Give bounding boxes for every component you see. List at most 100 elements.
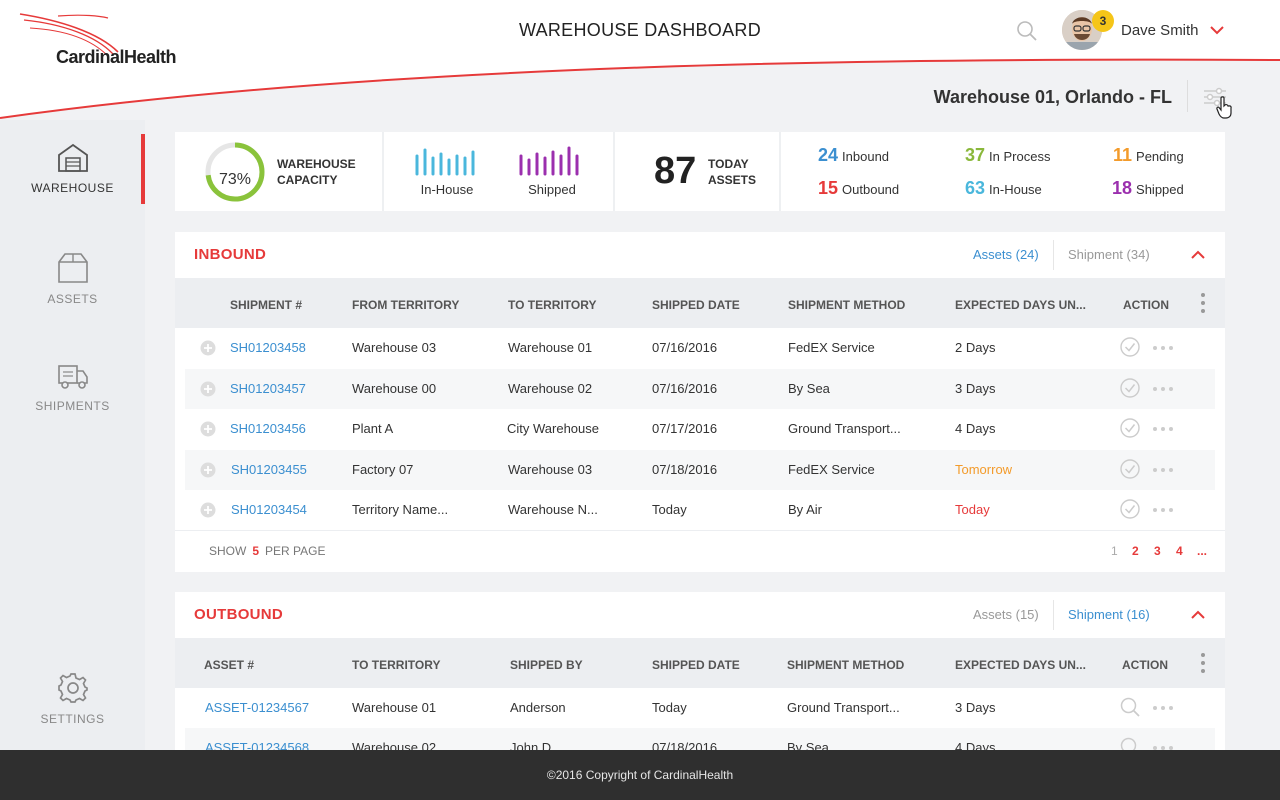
check-circle-icon[interactable] bbox=[1120, 378, 1140, 398]
more-options-icon[interactable] bbox=[1153, 387, 1173, 391]
kebab-menu-icon[interactable] bbox=[1200, 652, 1206, 674]
shipment-id-link[interactable]: SH01203454 bbox=[231, 502, 307, 517]
count-inbound[interactable]: 24 Inbound bbox=[818, 145, 889, 166]
page-link[interactable]: 1 bbox=[1111, 544, 1118, 558]
notification-badge[interactable]: 3 bbox=[1092, 10, 1114, 32]
from-territory: Warehouse 00 bbox=[352, 381, 437, 396]
warehouse-selector[interactable]: Warehouse 01, Orlando - FL bbox=[900, 87, 1172, 108]
column-header[interactable]: EXPECTED DAYS UN... bbox=[955, 298, 1086, 312]
count-in-house[interactable]: 63 In-House bbox=[965, 178, 1042, 199]
table-row[interactable]: SH01203454 Territory Name... Warehouse N… bbox=[185, 490, 1215, 530]
page-link[interactable]: 4 bbox=[1176, 544, 1183, 558]
to-territory: Warehouse N... bbox=[508, 502, 598, 517]
tab-shipment[interactable]: Shipment (34) bbox=[1068, 247, 1150, 262]
sidebar-item-label: SETTINGS bbox=[40, 712, 105, 726]
count-in-process[interactable]: 37 In Process bbox=[965, 145, 1050, 166]
shipment-method: By Sea bbox=[788, 381, 830, 396]
count-label: Outbound bbox=[842, 182, 900, 197]
table-row[interactable]: ASSET-01234567 Warehouse 01 Anderson Tod… bbox=[185, 688, 1215, 728]
asset-id-link[interactable]: ASSET-01234568 bbox=[205, 740, 309, 750]
today-label-line1: TODAY bbox=[708, 157, 749, 171]
more-options-icon[interactable] bbox=[1153, 468, 1173, 472]
column-header[interactable]: SHIPMENT METHOD bbox=[788, 298, 905, 312]
expand-plus-icon[interactable] bbox=[200, 340, 216, 356]
user-name[interactable]: Dave Smith bbox=[1121, 22, 1199, 39]
page-link[interactable]: 2 bbox=[1132, 544, 1139, 558]
divider bbox=[1053, 600, 1054, 630]
check-circle-icon[interactable] bbox=[1120, 499, 1140, 519]
search-icon[interactable] bbox=[1120, 737, 1140, 750]
count-label: Pending bbox=[1136, 149, 1184, 164]
more-options-icon[interactable] bbox=[1153, 427, 1173, 431]
divider bbox=[382, 132, 384, 211]
shipment-id-link[interactable]: SH01203457 bbox=[230, 381, 306, 396]
shipped-date: Today bbox=[652, 700, 687, 715]
search-icon[interactable] bbox=[1120, 697, 1140, 717]
table-row[interactable]: SH01203458 Warehouse 03 Warehouse 01 07/… bbox=[185, 328, 1215, 368]
today-assets-label: TODAY ASSETS bbox=[708, 156, 756, 188]
shipment-id-link[interactable]: SH01203455 bbox=[231, 462, 307, 477]
kebab-menu-icon[interactable] bbox=[1200, 292, 1206, 314]
check-circle-icon[interactable] bbox=[1120, 459, 1140, 479]
divider bbox=[613, 132, 615, 211]
column-header[interactable]: SHIPPED DATE bbox=[652, 658, 740, 672]
sidebar-item-settings[interactable]: SETTINGS bbox=[0, 672, 145, 726]
asset-id-link[interactable]: ASSET-01234567 bbox=[205, 700, 309, 715]
column-header[interactable]: SHIPMENT METHOD bbox=[787, 658, 904, 672]
shipped-by: John D. bbox=[510, 740, 555, 750]
count-value: 63 bbox=[965, 178, 986, 198]
count-outbound[interactable]: 15 Outbound bbox=[818, 178, 899, 199]
per-page-value[interactable]: 5 bbox=[252, 544, 259, 558]
sidebar-item-shipments[interactable]: SHIPMENTS bbox=[0, 363, 145, 413]
expand-plus-icon[interactable] bbox=[200, 462, 216, 478]
column-header[interactable]: TO TERRITORY bbox=[508, 298, 596, 312]
sidebar-item-warehouse[interactable]: WAREHOUSE bbox=[0, 143, 145, 195]
to-territory: Warehouse 02 bbox=[352, 740, 437, 750]
page-link[interactable]: 3 bbox=[1154, 544, 1161, 558]
table-row[interactable]: SH01203457 Warehouse 00 Warehouse 02 07/… bbox=[185, 369, 1215, 409]
shipped-bars-icon bbox=[519, 146, 579, 176]
expand-plus-icon[interactable] bbox=[200, 502, 216, 518]
count-value: 15 bbox=[818, 178, 839, 198]
tab-assets[interactable]: Assets (24) bbox=[973, 247, 1039, 262]
tab-shipment[interactable]: Shipment (16) bbox=[1068, 607, 1150, 622]
expected-days: Today bbox=[955, 502, 990, 517]
tab-assets[interactable]: Assets (15) bbox=[973, 607, 1039, 622]
search-icon[interactable] bbox=[1016, 20, 1038, 42]
expand-plus-icon[interactable] bbox=[200, 421, 216, 437]
column-header[interactable]: ASSET # bbox=[204, 658, 254, 672]
shipment-id-link[interactable]: SH01203456 bbox=[230, 421, 306, 436]
table-footer: SHOW 5 PER PAGE 1 2 3 4 ... bbox=[175, 530, 1225, 572]
more-options-icon[interactable] bbox=[1153, 508, 1173, 512]
check-circle-icon[interactable] bbox=[1120, 418, 1140, 438]
page-link-more[interactable]: ... bbox=[1197, 544, 1207, 558]
column-header[interactable]: SHIPMENT # bbox=[230, 298, 302, 312]
chevron-up-icon[interactable] bbox=[1191, 250, 1205, 260]
sidebar-item-assets[interactable]: ASSETS bbox=[0, 252, 145, 306]
expected-days: 2 Days bbox=[955, 340, 996, 355]
table-row[interactable]: SH01203455 Factory 07 Warehouse 03 07/18… bbox=[185, 450, 1215, 490]
count-shipped[interactable]: 18 Shipped bbox=[1112, 178, 1184, 199]
column-header[interactable]: SHIPPED DATE bbox=[652, 298, 740, 312]
count-pending[interactable]: 11 Pending bbox=[1113, 145, 1184, 166]
column-header[interactable]: TO TERRITORY bbox=[352, 658, 440, 672]
chevron-down-icon[interactable] bbox=[1210, 25, 1224, 35]
chevron-up-icon[interactable] bbox=[1191, 610, 1205, 620]
count-value: 11 bbox=[1113, 145, 1133, 165]
divider bbox=[779, 132, 781, 211]
table-row[interactable]: ASSET-01234568 Warehouse 02 John D. 07/1… bbox=[185, 728, 1215, 750]
inhouse-label: In-House bbox=[420, 182, 474, 197]
check-circle-icon[interactable] bbox=[1120, 337, 1140, 357]
column-header[interactable]: SHIPPED BY bbox=[510, 658, 583, 672]
more-options-icon[interactable] bbox=[1153, 706, 1173, 710]
table-row[interactable]: SH01203456 Plant A City Warehouse 07/17/… bbox=[185, 409, 1215, 449]
sidebar-item-label: ASSETS bbox=[47, 292, 98, 306]
shipment-id-link[interactable]: SH01203458 bbox=[230, 340, 306, 355]
column-header[interactable]: FROM TERRITORY bbox=[352, 298, 459, 312]
brand-name: CardinalHealth bbox=[56, 47, 177, 67]
expand-plus-icon[interactable] bbox=[200, 381, 216, 397]
column-header[interactable]: EXPECTED DAYS UN... bbox=[955, 658, 1086, 672]
more-options-icon[interactable] bbox=[1153, 346, 1173, 350]
shipment-method: FedEX Service bbox=[788, 340, 875, 355]
per-page-control[interactable]: SHOW 5 PER PAGE bbox=[209, 544, 326, 558]
